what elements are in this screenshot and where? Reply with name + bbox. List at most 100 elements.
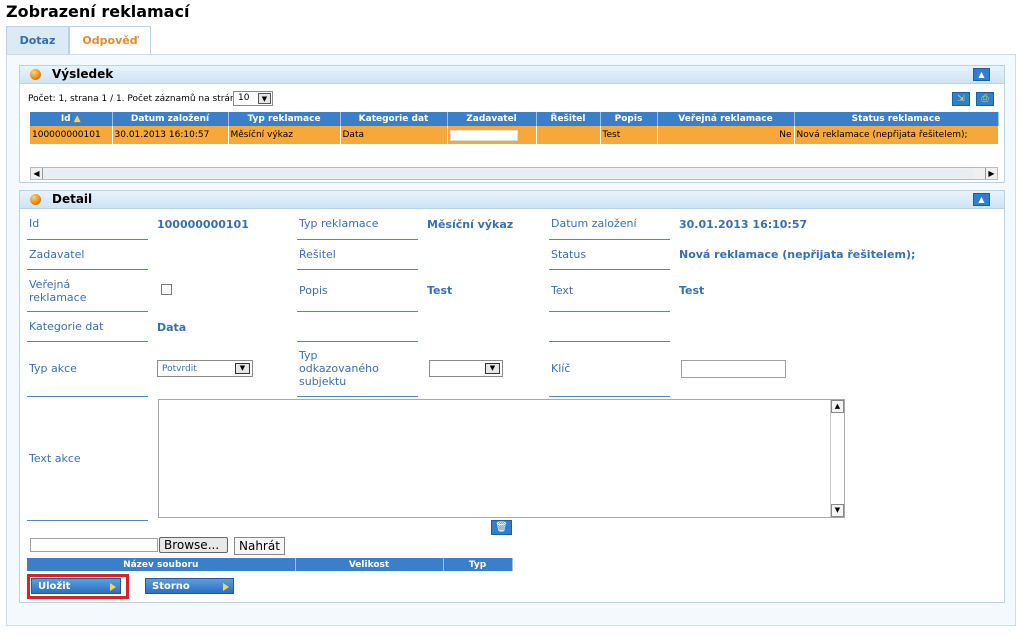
label-text-akce: Text akce [29, 452, 81, 465]
orange-ball-icon [30, 194, 41, 205]
chevron-down-icon: ▼ [485, 363, 500, 374]
label-resitel: Řešitel [299, 248, 336, 261]
column-header-typ[interactable]: Typ reklamace [228, 112, 341, 126]
results-panel: Výsledek ▲ Počet: 1, strana 1 / 1. Počet… [19, 65, 1005, 183]
page-title: Zobrazení reklamací [6, 2, 190, 21]
trash-icon[interactable]: 🗑 [491, 520, 512, 535]
field-underline [549, 239, 670, 240]
label-typ-akce: Typ akce [29, 362, 77, 375]
detail-panel-title: Detail [52, 192, 93, 206]
label-typ-odk-2: odkazovaného [299, 362, 379, 375]
value-datum: 30.01.2013 16:10:57 [679, 218, 808, 231]
tab-dotaz[interactable]: Dotaz [6, 26, 69, 55]
results-panel-header: Výsledek ▲ [20, 66, 1004, 84]
table-row[interactable]: 100000000101 30.01.2013 16:10:57 Měsíční… [30, 126, 999, 144]
column-header-velikost: Velikost [295, 558, 444, 571]
cell-popis: Test [600, 126, 658, 144]
page-size-select[interactable]: 10 ▼ [233, 91, 273, 106]
save-button[interactable]: Uložit [31, 578, 121, 594]
label-popis: Popis [299, 284, 328, 297]
field-underline [27, 520, 148, 521]
column-header-id[interactable]: Id ▲ [30, 112, 113, 126]
sort-asc-icon: ▲ [73, 114, 81, 124]
verejna-checkbox[interactable] [161, 284, 172, 295]
scroll-down-icon[interactable]: ▼ [831, 504, 844, 517]
typ-odkazovaneho-select[interactable]: ▼ [429, 360, 503, 377]
text-akce-textarea[interactable]: ▲ ▼ [158, 399, 845, 518]
redacted-box [449, 129, 518, 141]
cell-datum: 30.01.2013 16:10:57 [112, 126, 229, 144]
field-underline [549, 341, 670, 342]
klic-input[interactable] [681, 360, 786, 378]
field-underline [549, 396, 670, 397]
cell-status: Nová reklamace (nepřijata řešitelem); [794, 126, 999, 144]
print-icon[interactable]: ⎙ [976, 92, 994, 106]
field-underline [27, 396, 148, 397]
value-text: Test [679, 284, 705, 297]
label-klic: Klíč [551, 362, 571, 375]
cell-zadavatel [447, 126, 537, 144]
collapse-up-icon[interactable]: ▲ [973, 193, 990, 206]
field-underline [549, 311, 670, 312]
column-header-resitel[interactable]: Řešitel [536, 112, 601, 126]
scroll-right-icon[interactable]: ▶ [985, 168, 997, 179]
column-header-status[interactable]: Status reklamace [794, 112, 999, 126]
files-header-row: Název souboru Velikost Typ [27, 558, 513, 571]
detail-panel-header: Detail ▲ [20, 191, 1004, 209]
results-header-row: Id ▲ Datum založení Typ reklamace Katego… [30, 112, 999, 126]
save-label: Uložit [38, 581, 71, 592]
export-icon[interactable]: ⇲ [952, 92, 970, 106]
label-verejna-2: reklamace [29, 291, 87, 304]
cell-resitel [536, 126, 601, 144]
tab-odpoved[interactable]: Odpověď [69, 26, 151, 56]
label-datum: Datum založení [551, 217, 637, 230]
orange-ball-icon [30, 69, 41, 80]
value-status: Nová reklamace (nepřijata řešitelem); [679, 248, 916, 261]
label-typ-odk-3: subjektu [299, 375, 347, 388]
field-underline [297, 311, 418, 312]
results-table: Id ▲ Datum založení Typ reklamace Katego… [30, 112, 999, 144]
results-panel-title: Výsledek [52, 67, 114, 81]
column-header-typ: Typ [443, 558, 513, 571]
value-id: 100000000101 [157, 218, 249, 231]
label-kategorie: Kategorie dat [29, 320, 104, 333]
vertical-scrollbar[interactable]: ▲ ▼ [830, 400, 844, 517]
typ-akce-value: Potvrdit [162, 364, 197, 374]
files-table: Název souboru Velikost Typ [27, 558, 513, 571]
chevron-down-icon: ▼ [235, 363, 250, 374]
file-path-input[interactable] [30, 538, 158, 552]
field-underline [27, 239, 148, 240]
column-header-verejna[interactable]: Veřejná reklamace [657, 112, 795, 126]
cell-typ: Měsíční výkaz [228, 126, 341, 144]
collapse-up-icon[interactable]: ▲ [973, 68, 990, 81]
arrow-right-icon [110, 583, 116, 591]
column-header-popis[interactable]: Popis [600, 112, 658, 126]
arrow-right-icon [223, 583, 229, 591]
field-underline [27, 269, 148, 270]
scroll-left-icon[interactable]: ◀ [31, 168, 43, 179]
cell-id: 100000000101 [30, 126, 113, 144]
typ-akce-select[interactable]: Potvrdit ▼ [157, 360, 253, 377]
field-underline [297, 396, 418, 397]
page-size-value: 10 [238, 93, 250, 103]
cell-verejna: Ne [657, 126, 795, 144]
cancel-button[interactable]: Storno [145, 578, 234, 594]
value-typ-reklamace: Měsíční výkaz [427, 218, 514, 231]
value-popis: Test [427, 284, 453, 297]
scroll-thumb[interactable] [43, 169, 973, 178]
field-underline [297, 239, 418, 240]
scroll-up-icon[interactable]: ▲ [831, 400, 844, 413]
field-underline [297, 341, 418, 342]
browse-button[interactable]: Browse... [159, 537, 228, 553]
field-underline [27, 311, 148, 312]
column-header-nazev: Název souboru [27, 558, 296, 571]
column-header-kategorie[interactable]: Kategorie dat [340, 112, 448, 126]
pager-text: Počet: 1, strana 1 / 1. Počet záznamů na… [28, 94, 247, 104]
column-header-zadavatel[interactable]: Zadavatel [447, 112, 537, 126]
upload-button[interactable]: Nahrát [234, 537, 285, 555]
column-header-datum[interactable]: Datum založení [112, 112, 229, 126]
label-typ-odk-1: Typ [299, 349, 318, 362]
cell-kategorie: Data [340, 126, 448, 144]
field-underline [27, 341, 148, 342]
horizontal-scrollbar[interactable]: ◀ ▶ [30, 167, 998, 180]
